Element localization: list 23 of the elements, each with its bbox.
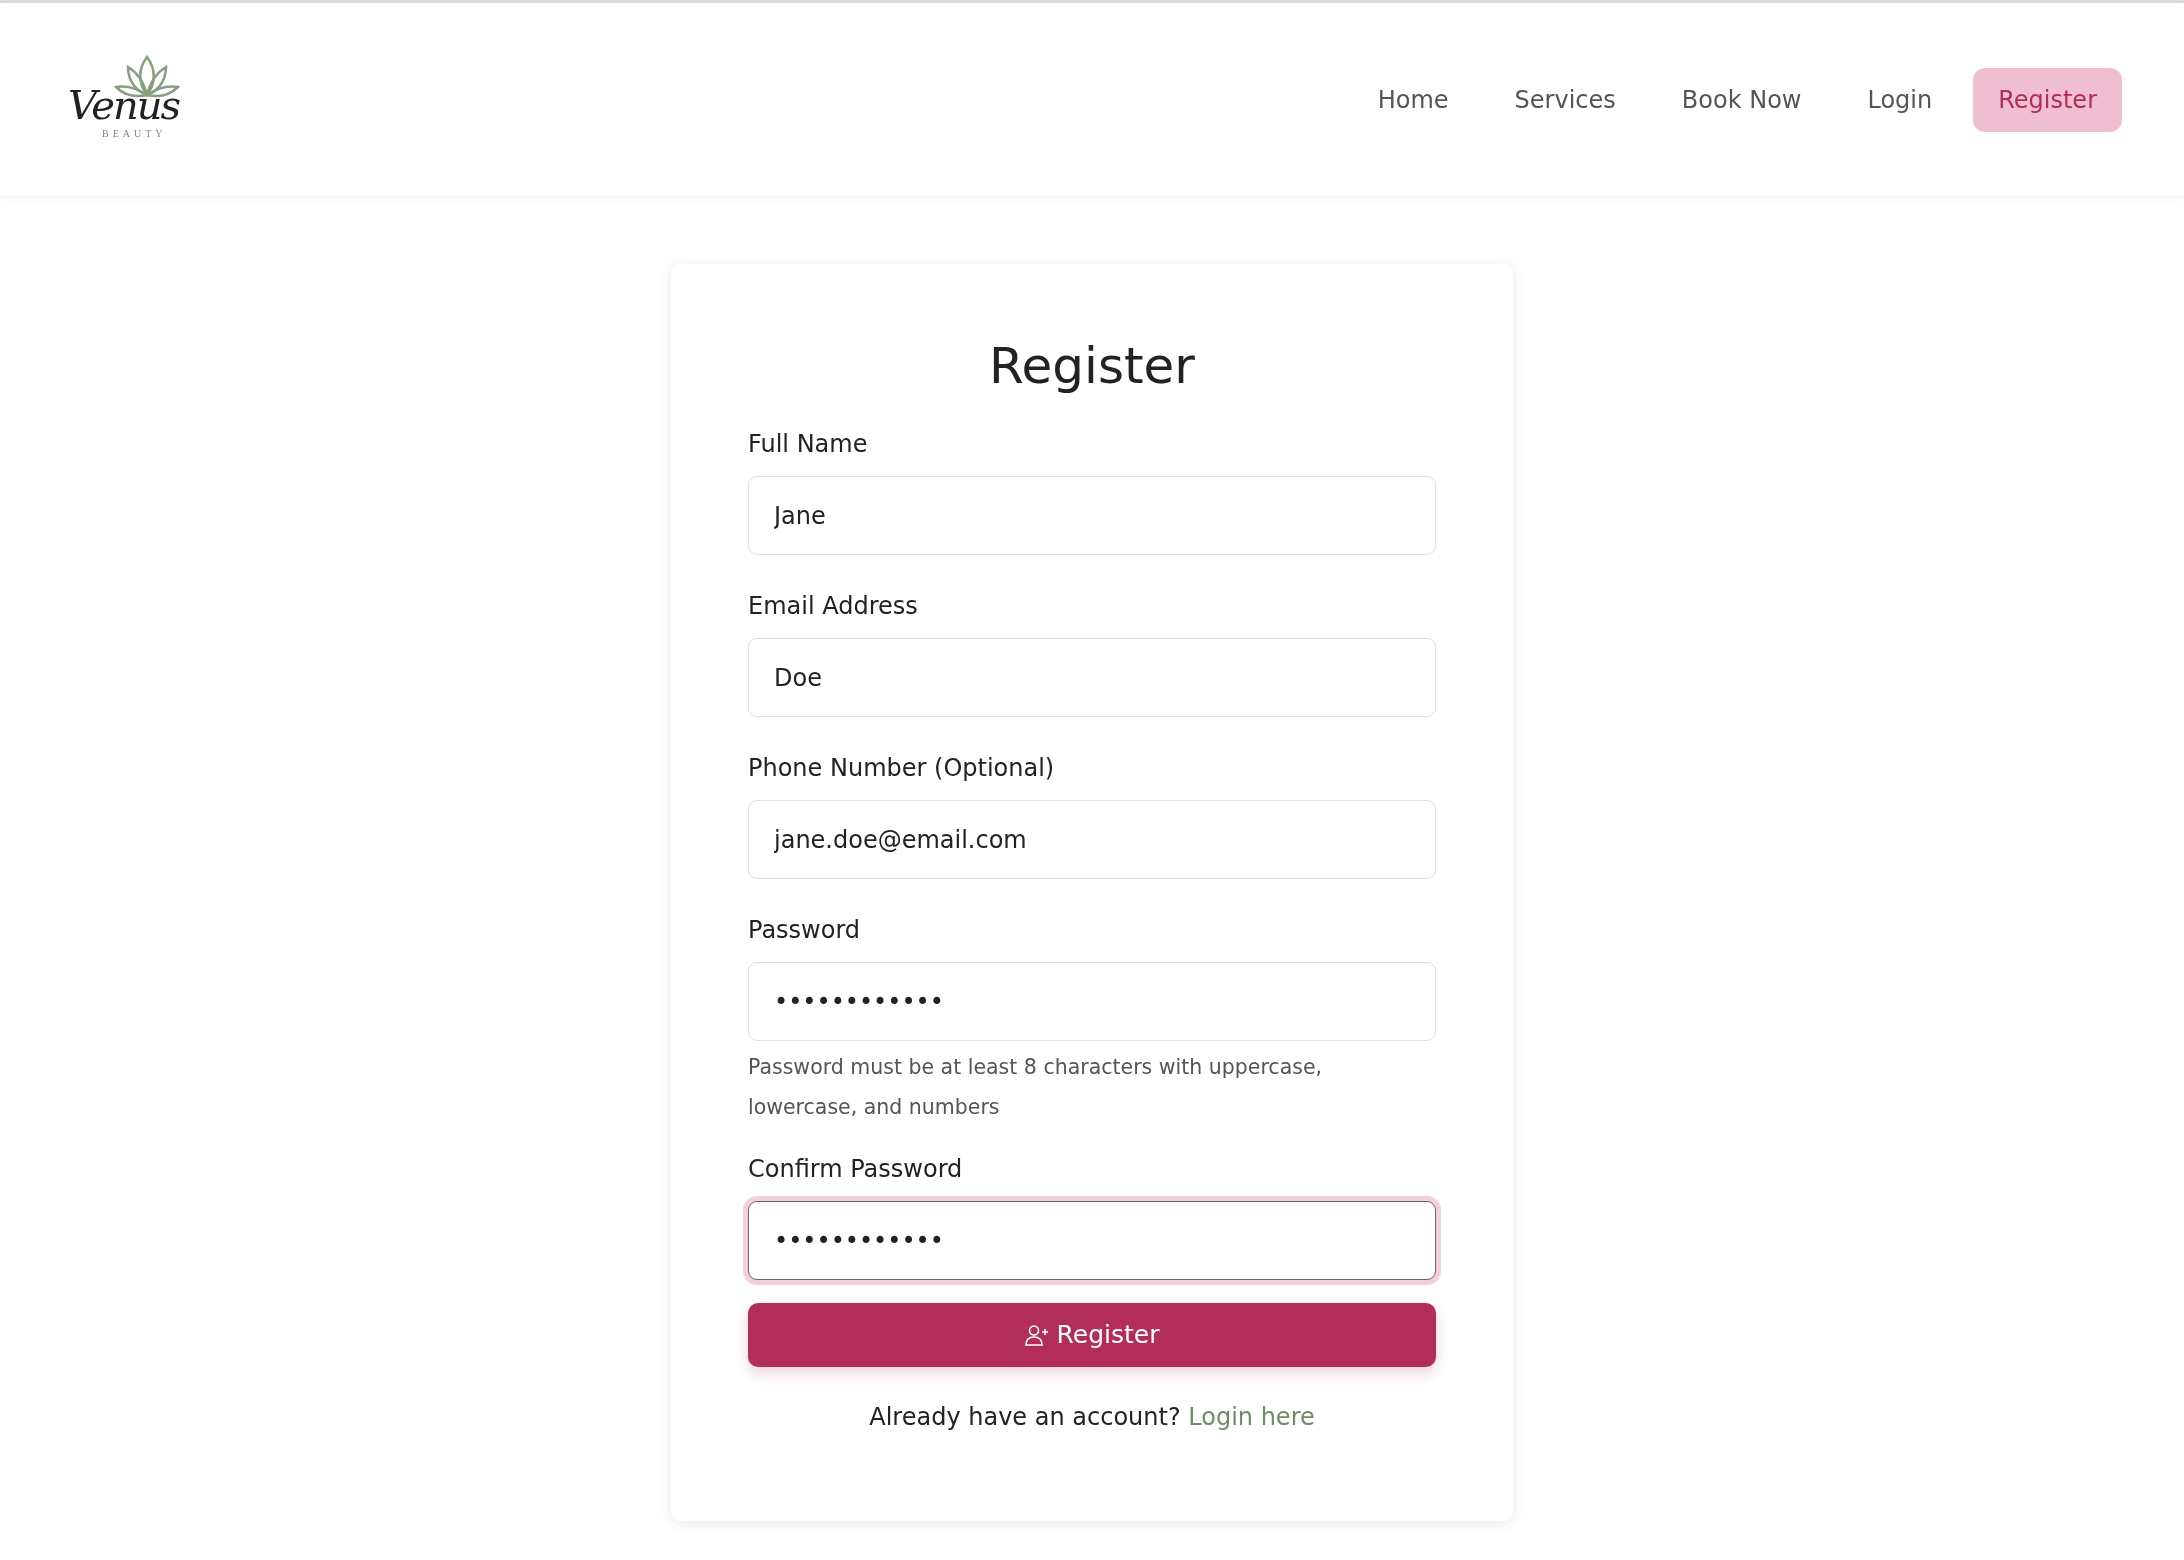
- nav-link[interactable]: Login: [1842, 67, 1958, 132]
- logo-subtitle: BEAUTY: [102, 128, 167, 139]
- input-field[interactable]: jane.doe@email.com: [748, 800, 1436, 879]
- add-user-icon: [1024, 1324, 1049, 1346]
- nav-link[interactable]: Services: [1489, 67, 1641, 132]
- form-title: Register: [988, 336, 1196, 396]
- nav-link[interactable]: Book Now: [1656, 67, 1827, 132]
- nav-link[interactable]: Home: [1352, 67, 1474, 132]
- logo[interactable]: Venus BEAUTY: [64, 54, 194, 145]
- help-text: Password must be at least 8 characters with uppercase, lowercase, and numbers: [748, 1054, 1323, 1121]
- field-label: Full Name: [748, 429, 868, 460]
- field-label: Email Address: [748, 591, 918, 622]
- input-field[interactable]: Doe: [748, 638, 1436, 717]
- input-field[interactable]: ••••••••••••: [748, 962, 1436, 1041]
- field-label: Password: [748, 915, 861, 946]
- login-link[interactable]: Login here: [1188, 1403, 1315, 1431]
- register-button[interactable]: Register: [748, 1303, 1436, 1367]
- nav-link[interactable]: Register: [1973, 67, 2122, 132]
- field-label: Phone Number (Optional): [748, 753, 1055, 784]
- login-prompt: Already have an account? Login here: [868, 1402, 1316, 1433]
- logo-script: Venus: [68, 84, 179, 125]
- field-label: Confirm Password: [748, 1154, 963, 1185]
- input-field[interactable]: ••••••••••••: [748, 1201, 1436, 1280]
